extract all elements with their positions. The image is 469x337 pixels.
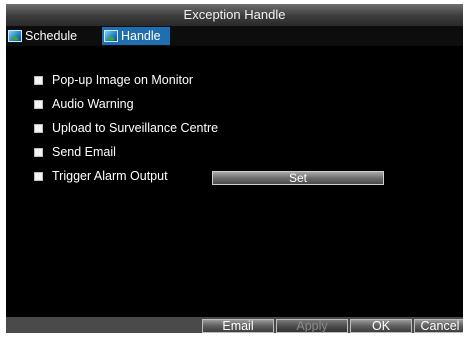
audio-warning-checkbox[interactable]	[34, 99, 43, 109]
send-email-label: Send Email	[52, 145, 116, 159]
exception-handle-dialog: Exception Handle Schedule Handle Pop-up …	[6, 4, 463, 333]
cancel-button[interactable]: Cancel	[414, 319, 463, 333]
apply-button[interactable]: Apply	[276, 319, 348, 333]
audio-warning-label: Audio Warning	[52, 97, 134, 111]
footer-bar: Email Apply OK Cancel	[6, 317, 463, 333]
tab-bar: Schedule Handle	[6, 26, 463, 46]
audio-warning-option[interactable]: Audio Warning	[34, 96, 134, 112]
dialog-title: Exception Handle	[6, 4, 463, 26]
upload-surveillance-label: Upload to Surveillance Centre	[52, 121, 219, 135]
picture-icon	[104, 30, 118, 42]
trigger-alarm-checkbox[interactable]	[34, 171, 43, 181]
tab-schedule-label: Schedule	[25, 29, 78, 43]
send-email-option[interactable]: Send Email	[34, 144, 116, 160]
tab-handle[interactable]: Handle	[102, 27, 170, 45]
email-button[interactable]: Email	[202, 319, 274, 333]
trigger-alarm-label: Trigger Alarm Output	[52, 169, 168, 183]
picture-icon	[8, 30, 22, 42]
upload-surveillance-option[interactable]: Upload to Surveillance Centre	[34, 120, 218, 136]
upload-surveillance-checkbox[interactable]	[34, 123, 43, 133]
popup-image-checkbox[interactable]	[34, 75, 43, 85]
tab-handle-label: Handle	[121, 29, 161, 43]
popup-image-label: Pop-up Image on Monitor	[52, 73, 194, 87]
popup-image-option[interactable]: Pop-up Image on Monitor	[34, 72, 193, 88]
trigger-alarm-option[interactable]: Trigger Alarm Output	[34, 168, 168, 184]
set-button[interactable]: Set	[212, 171, 384, 185]
ok-button[interactable]: OK	[350, 319, 412, 333]
send-email-checkbox[interactable]	[34, 147, 43, 157]
tab-schedule[interactable]: Schedule	[6, 27, 101, 45]
